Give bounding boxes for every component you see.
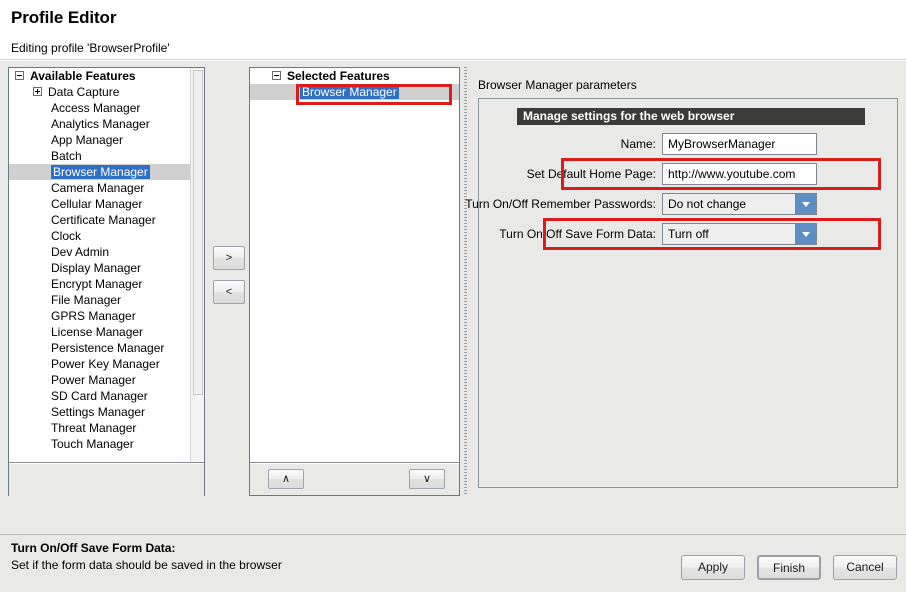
available-feature-label: License Manager bbox=[51, 325, 144, 339]
save-form-data-dropdown[interactable]: Turn off bbox=[662, 223, 817, 245]
selected-features-root[interactable]: Selected Features bbox=[250, 68, 459, 84]
available-feature-label: GPRS Manager bbox=[51, 309, 136, 323]
available-feature-label: App Manager bbox=[51, 133, 124, 147]
page-subtitle: Editing profile 'BrowserProfile' bbox=[11, 41, 170, 55]
available-feature-row[interactable]: GPRS Manager bbox=[9, 308, 204, 324]
available-feature-label: Settings Manager bbox=[51, 405, 146, 419]
available-feature-label: Clock bbox=[51, 229, 82, 243]
chevron-down-icon[interactable] bbox=[795, 194, 816, 214]
available-feature-label: Touch Manager bbox=[51, 437, 134, 451]
available-feature-row[interactable]: File Manager bbox=[9, 292, 204, 308]
selected-features-tree[interactable]: Selected Features Browser Manager bbox=[250, 68, 459, 463]
available-features-panel: Available Features Data Capture Access Ma… bbox=[8, 67, 205, 496]
selected-feature-row[interactable]: Browser Manager bbox=[250, 84, 459, 100]
editor-body: Available Features Data Capture Access Ma… bbox=[0, 61, 906, 534]
available-feature-row[interactable]: License Manager bbox=[9, 324, 204, 340]
available-feature-row[interactable]: Power Manager bbox=[9, 372, 204, 388]
available-feature-label: Persistence Manager bbox=[51, 341, 165, 355]
name-input[interactable]: MyBrowserManager bbox=[662, 133, 817, 155]
remember-passwords-dropdown[interactable]: Do not change bbox=[662, 193, 817, 215]
available-feature-row[interactable]: Threat Manager bbox=[9, 420, 204, 436]
available-feature-label: Certificate Manager bbox=[51, 213, 156, 227]
available-tree-scroll-thumb[interactable] bbox=[193, 70, 203, 395]
parameters-title: Browser Manager parameters bbox=[478, 78, 637, 92]
form-row-name: Name: MyBrowserManager bbox=[479, 133, 899, 159]
selected-features-toolbar: ∧ ∨ bbox=[250, 464, 459, 495]
available-feature-label: Display Manager bbox=[51, 261, 142, 275]
form-row-remember-passwords: Turn On/Off Remember Passwords: Do not c… bbox=[465, 193, 899, 219]
available-feature-row[interactable]: Power Key Manager bbox=[9, 356, 204, 372]
available-feature-row[interactable]: SD Card Manager bbox=[9, 388, 204, 404]
move-up-button[interactable]: ∧ bbox=[268, 469, 304, 489]
available-features-list: Data Capture Access Manager Analytics Mana… bbox=[9, 84, 204, 452]
available-feature-row[interactable]: Encrypt Manager bbox=[9, 276, 204, 292]
form-row-save-form-data: Turn On/Off Save Form Data: Turn off bbox=[479, 218, 899, 250]
available-feature-label: Browser Manager bbox=[51, 165, 150, 179]
available-feature-row[interactable]: Clock bbox=[9, 228, 204, 244]
parameters-panel: Browser Manager parameters Manage settin… bbox=[465, 67, 899, 496]
panel-sash-divider[interactable] bbox=[462, 67, 469, 496]
available-feature-label: Dev Admin bbox=[51, 245, 110, 259]
cancel-button[interactable]: Cancel bbox=[833, 555, 897, 580]
available-features-tree[interactable]: Available Features Data Capture Access Ma… bbox=[9, 68, 204, 463]
name-label: Name: bbox=[620, 137, 656, 151]
available-feature-label: SD Card Manager bbox=[51, 389, 148, 403]
remember-passwords-label: Turn On/Off Remember Passwords: bbox=[465, 197, 656, 211]
add-feature-button[interactable]: > bbox=[213, 246, 245, 270]
description-title: Turn On/Off Save Form Data: bbox=[11, 541, 176, 555]
apply-button[interactable]: Apply bbox=[681, 555, 745, 580]
available-feature-label: Analytics Manager bbox=[51, 117, 150, 131]
available-feature-row[interactable]: Analytics Manager bbox=[9, 116, 204, 132]
available-feature-row[interactable]: Persistence Manager bbox=[9, 340, 204, 356]
remove-feature-button[interactable]: < bbox=[213, 280, 245, 304]
minus-box-icon[interactable] bbox=[272, 71, 281, 81]
available-feature-label: Access Manager bbox=[51, 101, 141, 115]
chevron-down-icon[interactable] bbox=[795, 224, 816, 244]
available-feature-row[interactable]: App Manager bbox=[9, 132, 204, 148]
wizard-header: Profile Editor Editing profile 'BrowserP… bbox=[0, 0, 906, 60]
home-page-label: Set Default Home Page: bbox=[526, 167, 656, 181]
selected-feature-label: Browser Manager bbox=[300, 85, 399, 99]
transfer-button-group: > < bbox=[213, 246, 247, 314]
available-tree-scrollbar[interactable] bbox=[190, 68, 204, 462]
home-page-input[interactable]: http://www.youtube.com bbox=[662, 163, 817, 185]
minus-box-icon[interactable] bbox=[15, 71, 24, 81]
parameters-group-box: Manage settings for the web browser Name… bbox=[465, 98, 899, 488]
available-feature-row[interactable]: Cellular Manager bbox=[9, 196, 204, 212]
available-feature-row[interactable]: Data Capture bbox=[9, 84, 204, 100]
available-feature-label: Batch bbox=[51, 149, 82, 163]
save-form-data-value: Turn off bbox=[668, 227, 709, 241]
available-feature-row[interactable]: Camera Manager bbox=[9, 180, 204, 196]
available-feature-row[interactable]: Browser Manager bbox=[9, 164, 204, 180]
page-title: Profile Editor bbox=[11, 8, 117, 27]
selected-features-panel: Selected Features Browser Manager ∧ ∨ bbox=[249, 67, 460, 496]
available-feature-row[interactable]: Batch bbox=[9, 148, 204, 164]
available-feature-row[interactable]: Access Manager bbox=[9, 100, 204, 116]
selected-root-label: Selected Features bbox=[287, 69, 390, 83]
available-feature-row[interactable]: Settings Manager bbox=[9, 404, 204, 420]
plus-box-icon[interactable] bbox=[33, 87, 42, 97]
available-feature-label: Threat Manager bbox=[51, 421, 137, 435]
available-root-label: Available Features bbox=[30, 69, 136, 83]
available-feature-label: File Manager bbox=[51, 293, 122, 307]
finish-button[interactable]: Finish bbox=[757, 555, 821, 580]
available-feature-label: Cellular Manager bbox=[51, 197, 143, 211]
available-feature-row[interactable]: Display Manager bbox=[9, 260, 204, 276]
available-feature-label: Data Capture bbox=[48, 85, 120, 99]
available-feature-label: Camera Manager bbox=[51, 181, 145, 195]
form-row-home-page: Set Default Home Page: http://www.youtub… bbox=[479, 158, 899, 190]
available-feature-row[interactable]: Dev Admin bbox=[9, 244, 204, 260]
available-feature-label: Encrypt Manager bbox=[51, 277, 143, 291]
save-form-data-label: Turn On/Off Save Form Data: bbox=[499, 227, 656, 241]
available-feature-label: Power Manager bbox=[51, 373, 136, 387]
available-features-root[interactable]: Available Features bbox=[9, 68, 204, 84]
available-features-footer bbox=[9, 464, 204, 496]
move-down-button[interactable]: ∨ bbox=[409, 469, 445, 489]
available-feature-row[interactable]: Touch Manager bbox=[9, 436, 204, 452]
available-feature-label: Power Key Manager bbox=[51, 357, 160, 371]
available-feature-row[interactable]: Certificate Manager bbox=[9, 212, 204, 228]
remember-passwords-value: Do not change bbox=[668, 197, 747, 211]
description-text: Set if the form data should be saved in … bbox=[11, 558, 282, 572]
settings-group-header: Manage settings for the web browser bbox=[517, 108, 865, 125]
